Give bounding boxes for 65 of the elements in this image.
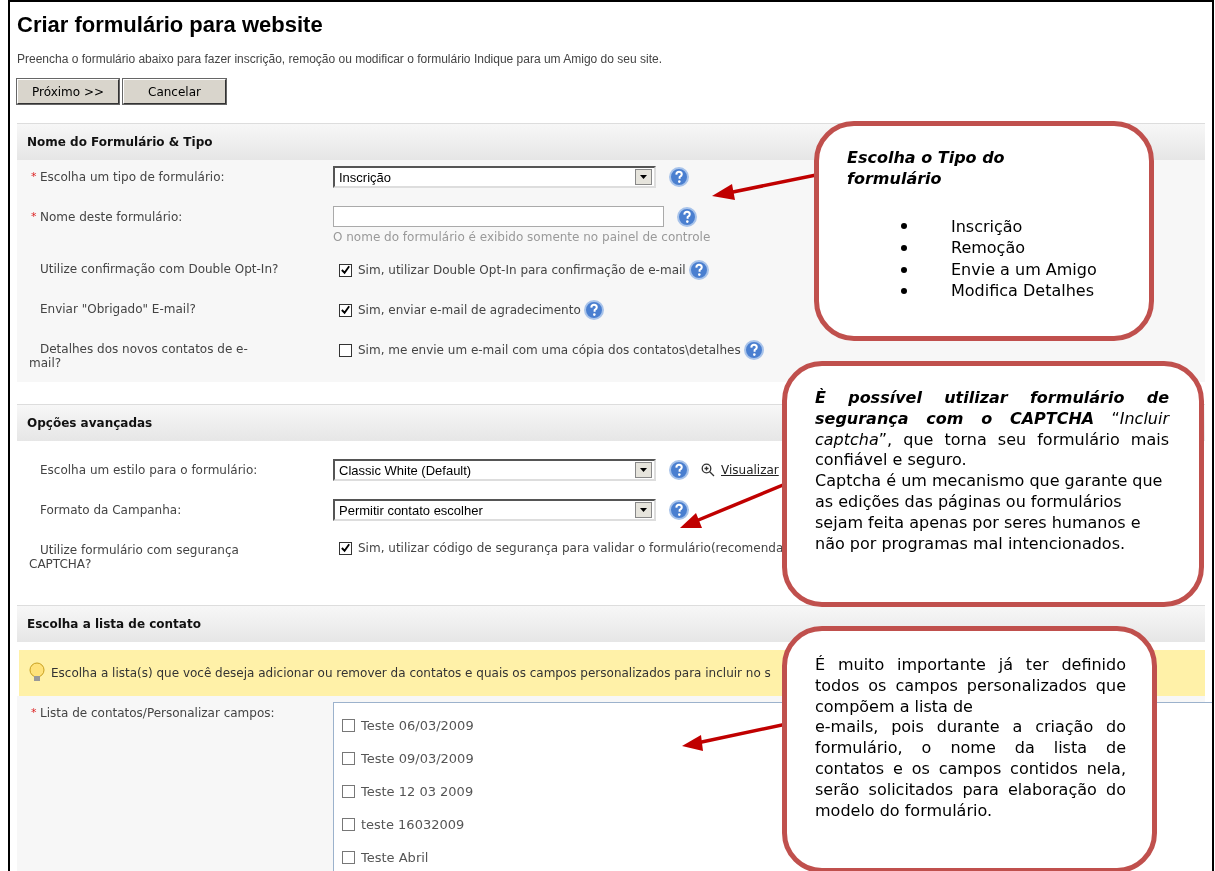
checkbox[interactable] — [342, 752, 355, 765]
required-asterisk: * — [31, 170, 38, 183]
section-heading: Nome do Formulário & Tipo — [27, 135, 213, 149]
bullet-icon — [901, 223, 907, 230]
contact-list-name: Teste 06/03/2009 — [361, 718, 474, 733]
form-name-input[interactable] — [333, 206, 664, 227]
required-asterisk: * — [31, 706, 38, 719]
field-label: Enviar "Obrigado" E-mail? — [40, 302, 196, 316]
lightbulb-icon — [27, 662, 47, 684]
checkbox[interactable] — [339, 263, 352, 277]
checkbox[interactable] — [339, 343, 352, 357]
help-icon[interactable] — [583, 300, 604, 320]
callout-list-item: Modifica Detalhes — [951, 280, 1094, 302]
help-icon[interactable] — [688, 260, 709, 280]
contact-list-name: Teste 12 03 2009 — [361, 784, 474, 799]
section-heading: Opções avançadas — [27, 416, 153, 430]
field-label: Utilize formulário com segurança CAPTCHA? — [29, 543, 240, 571]
callout-text: Captcha é um mecanismo que garante que as edições das páginas ou formulários sejam feita apenas por seres humanos e não por programas mal intencionados. — [815, 471, 1164, 555]
help-icon[interactable] — [669, 500, 689, 520]
checkbox[interactable] — [342, 785, 355, 798]
field-label: Nome deste formulário: — [40, 210, 183, 224]
dropdown[interactable]: Inscrição — [333, 166, 656, 188]
field-label: Detalhes dos novos contatos de e-mail? — [29, 342, 249, 370]
bullet-icon — [901, 288, 907, 295]
bullet-icon — [901, 245, 907, 251]
page-title: Criar formulário para website — [17, 12, 324, 38]
checkbox-label: Sim, utilizar código de segurança para validar o formulário(recomenda — [358, 541, 784, 555]
field-label: Escolha um estilo para o formulário: — [40, 463, 258, 477]
checkbox-label: Sim, me envie um e-mail com uma cópia dos contatos\detalhes — [358, 343, 741, 357]
page-description: Preencha o formulário abaixo para fazer inscrição, remoção ou modificar o formulário Indique para um Amigo do seu site. — [17, 52, 663, 66]
help-icon[interactable] — [669, 460, 689, 480]
dropdown[interactable]: Permitir contato escolher — [333, 499, 656, 521]
checkbox-label: Sim, utilizar Double Opt-In para confirmação de e-mail — [358, 263, 686, 277]
help-icon[interactable] — [677, 206, 697, 227]
form-button[interactable]: Cancelar — [123, 79, 226, 104]
field-label: Escolha um tipo de formulário: — [40, 170, 225, 184]
checkbox[interactable] — [342, 818, 355, 831]
field-label: Lista de contatos/Personalizar campos: — [40, 706, 275, 720]
checkbox[interactable] — [342, 851, 355, 864]
field-label: Formato da Campanha: — [40, 503, 182, 517]
contact-list-name: teste 16032009 — [361, 817, 465, 832]
callout-list-item: Envie a um Amigo — [951, 258, 1097, 281]
callout-list-item: Remoção — [951, 237, 1025, 259]
checkbox[interactable] — [342, 719, 355, 732]
checkbox[interactable] — [339, 541, 352, 555]
callout-list-item: Inscrição — [951, 215, 1023, 238]
checkbox[interactable] — [339, 303, 352, 317]
field-hint: O nome do formulário é exibido somente no painel de controle — [333, 230, 712, 244]
form-button[interactable]: Próximo >> — [17, 79, 119, 104]
bullet-icon — [901, 266, 907, 273]
callout-text: È possível utilizar formulário de segurança com o CAPTCHA “Incluir captcha”, que torna seu formulário mais confiável e seguro. — [815, 388, 1169, 472]
checkbox-label: Sim, enviar e-mail de agradecimento — [358, 303, 581, 317]
section-heading: Escolha a lista de contato — [27, 617, 201, 631]
callout-text: É muito importante já ter definido todos os campos personalizados que compõem a lista de e-mails, pois durante a criação do formulário, o nome da lista de contatos e os campos contidos nela, serão solicitados para elaboração do modelo do formulário. — [815, 655, 1126, 822]
contact-list-name: Teste 09/03/2009 — [361, 751, 474, 766]
zoom-icon — [701, 463, 715, 477]
help-icon[interactable] — [669, 167, 689, 187]
callout-title: Escolha o Tipo do formulário — [847, 148, 1006, 190]
dropdown[interactable]: Classic White (Default) — [333, 459, 656, 481]
preview-link[interactable]: Visualizar — [721, 463, 779, 477]
contact-list-name: Teste Abril — [361, 850, 429, 865]
required-asterisk: * — [31, 210, 38, 223]
field-label: Utilize confirmação com Double Opt-In? — [40, 262, 279, 276]
tip-text: Escolha a lista(s) que você deseja adicionar ou remover da contatos e quais os campos personalizados para incluir no s — [51, 666, 771, 680]
help-icon[interactable] — [743, 340, 764, 360]
